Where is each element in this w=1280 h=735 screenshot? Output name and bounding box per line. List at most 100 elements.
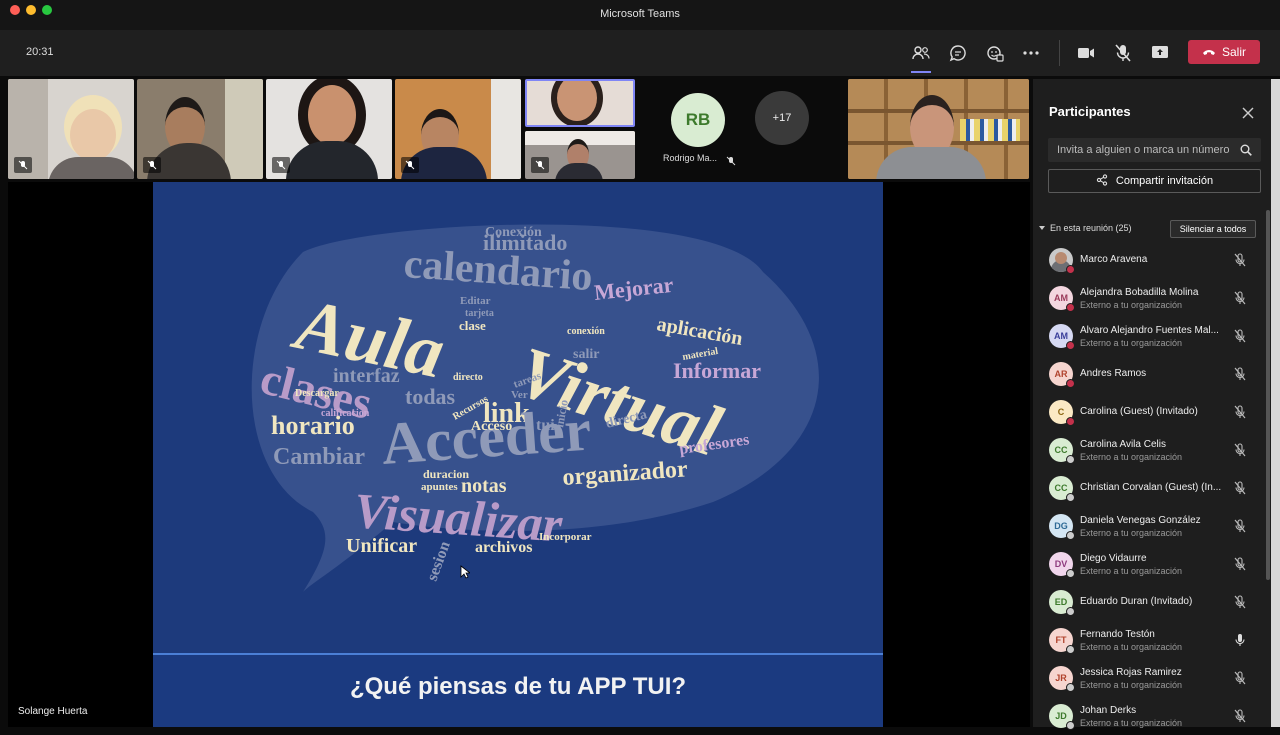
word: sesion — [424, 539, 454, 583]
leave-button[interactable]: Salir — [1188, 40, 1260, 64]
mic-off-icon[interactable] — [1234, 443, 1246, 462]
share-invite-label: Compartir invitación — [1115, 175, 1214, 187]
participant-row[interactable]: JR Jessica Rojas Ramirez Externo a tu orga… — [1033, 659, 1271, 697]
close-icon[interactable] — [1242, 106, 1254, 124]
participant-row[interactable]: AM Alejandra Bobadilla Molina Externo a tu… — [1033, 279, 1271, 317]
participant-subtitle: Externo a tu organización — [1080, 300, 1183, 310]
word: archivos — [475, 539, 532, 556]
share-screen-icon[interactable] — [1148, 41, 1172, 65]
participant-row[interactable]: CC Christian Corvalan (Guest) (In... — [1033, 469, 1271, 507]
share-invite-button[interactable]: Compartir invitación — [1048, 169, 1261, 193]
participant-row[interactable]: AM Alvaro Alejandro Fuentes Mal... Externo… — [1033, 317, 1271, 355]
shared-slide: calendario ilimitado Mejorar aplicación … — [153, 182, 883, 727]
presence-status-icon — [1066, 341, 1075, 350]
muted-mic-icon — [272, 157, 290, 173]
video-tile[interactable] — [266, 79, 392, 179]
section-header-in-meeting[interactable]: En esta reunión (25) — [1039, 223, 1132, 233]
participant-row[interactable]: Marco Aravena — [1033, 241, 1271, 279]
presenter-name: Solange Huerta — [18, 706, 88, 717]
participant-row[interactable]: DV Diego Vidaurre Externo a tu organizació… — [1033, 545, 1271, 583]
mic-off-icon[interactable] — [1234, 519, 1246, 538]
invite-search-input[interactable] — [1048, 138, 1261, 162]
mute-all-button[interactable]: Silenciar a todos — [1170, 220, 1256, 238]
presence-status-icon — [1066, 417, 1075, 426]
word: conexión — [567, 326, 605, 337]
mic-off-icon[interactable] — [1234, 253, 1246, 272]
word: Acceso — [471, 419, 512, 434]
word: interfaz — [333, 365, 400, 387]
word-cloud: calendario ilimitado Mejorar aplicación … — [251, 224, 819, 592]
word: duracion — [423, 467, 469, 481]
participant-list: Marco Aravena AM Alejandra Bobadilla Molin… — [1033, 241, 1271, 735]
mic-off-icon[interactable] — [1234, 329, 1246, 348]
mic-off-icon[interactable] — [1234, 557, 1246, 576]
participants-panel: Participantes Compartir invitación En es… — [1033, 79, 1271, 730]
participant-name: Andres Ramos — [1080, 368, 1147, 379]
window-title-bar: Microsoft Teams — [0, 0, 1280, 31]
participant-row[interactable]: C Carolina (Guest) (Invitado) — [1033, 393, 1271, 431]
avatar-tile-rb[interactable]: RB Rodrigo Ma... — [638, 79, 758, 179]
participant-name: Eduardo Duran (Invitado) — [1080, 596, 1193, 607]
participant-subtitle: Externo a tu organización — [1080, 338, 1183, 348]
chat-icon[interactable] — [946, 41, 970, 65]
word: calificacion — [321, 408, 370, 419]
more-icon[interactable] — [1019, 41, 1043, 65]
participant-name: Jessica Rojas Ramirez — [1080, 667, 1182, 678]
mic-off-icon[interactable] — [1234, 595, 1246, 614]
mic-off-icon[interactable] — [1234, 367, 1246, 386]
camera-icon[interactable] — [1074, 41, 1098, 65]
participant-name: Alvaro Alejandro Fuentes Mal... — [1080, 325, 1219, 336]
more-participants-tile[interactable]: +17 — [755, 79, 845, 179]
video-tile[interactable] — [395, 79, 521, 179]
muted-mic-icon — [143, 157, 161, 173]
participant-subtitle: Externo a tu organización — [1080, 528, 1183, 538]
window-edge — [1271, 79, 1280, 727]
word: clase — [459, 318, 486, 333]
participant-name: Daniela Venegas González — [1080, 515, 1201, 526]
presence-status-icon — [1066, 303, 1075, 312]
video-tile[interactable] — [525, 131, 635, 179]
word: todas — [405, 384, 456, 409]
video-tile[interactable] — [137, 79, 263, 179]
hang-up-icon — [1202, 45, 1216, 59]
presence-status-icon — [1066, 455, 1075, 464]
panel-scrollbar[interactable] — [1266, 210, 1270, 580]
leave-label: Salir — [1221, 45, 1246, 59]
participant-row[interactable]: FT Fernando Testón Externo a tu organizaci… — [1033, 621, 1271, 659]
mic-off-icon[interactable] — [1234, 709, 1246, 728]
video-tile[interactable] — [848, 79, 1029, 179]
word: tui — [536, 417, 555, 434]
caret-down-icon — [1039, 223, 1045, 233]
participant-name: Carolina Avila Celis — [1080, 439, 1166, 450]
participant-subtitle: Externo a tu organización — [1080, 566, 1183, 576]
video-tile-active-speaker[interactable] — [525, 79, 635, 127]
participant-row[interactable]: ED Eduardo Duran (Invitado) — [1033, 583, 1271, 621]
participant-name: Diego Vidaurre — [1080, 553, 1147, 564]
word: Unificar — [346, 535, 417, 557]
mic-off-icon[interactable] — [1234, 291, 1246, 310]
participant-row[interactable]: JD Johan Derks Externo a tu organización — [1033, 697, 1271, 735]
meeting-toolbar: 20:31 Salir — [0, 30, 1280, 76]
video-tile[interactable] — [8, 79, 134, 179]
participant-row[interactable]: DG Daniela Venegas González Externo a tu o… — [1033, 507, 1271, 545]
reactions-icon[interactable] — [983, 41, 1007, 65]
mic-on-icon[interactable] — [1234, 633, 1246, 652]
presence-status-icon — [1066, 493, 1075, 502]
slide-footer: ¿Qué piensas de tu APP TUI? — [153, 653, 883, 727]
word: directo — [453, 372, 483, 383]
participant-subtitle: Externo a tu organización — [1080, 642, 1183, 652]
participant-name: Johan Derks — [1080, 705, 1137, 716]
participants-icon[interactable] — [909, 41, 933, 73]
presence-status-icon — [1066, 645, 1075, 654]
participant-row[interactable]: AR Andres Ramos — [1033, 355, 1271, 393]
presence-status-icon — [1066, 683, 1075, 692]
share-icon — [1096, 173, 1108, 189]
mic-off-icon[interactable] — [1234, 405, 1246, 424]
mic-off-icon[interactable] — [1111, 41, 1135, 65]
mic-off-icon[interactable] — [1234, 671, 1246, 690]
search-icon[interactable] — [1240, 143, 1252, 161]
avatar: RB — [671, 93, 725, 147]
participant-row[interactable]: CC Carolina Avila Celis Externo a tu organ… — [1033, 431, 1271, 469]
mic-off-icon[interactable] — [1234, 481, 1246, 500]
word: Ver — [511, 389, 528, 401]
